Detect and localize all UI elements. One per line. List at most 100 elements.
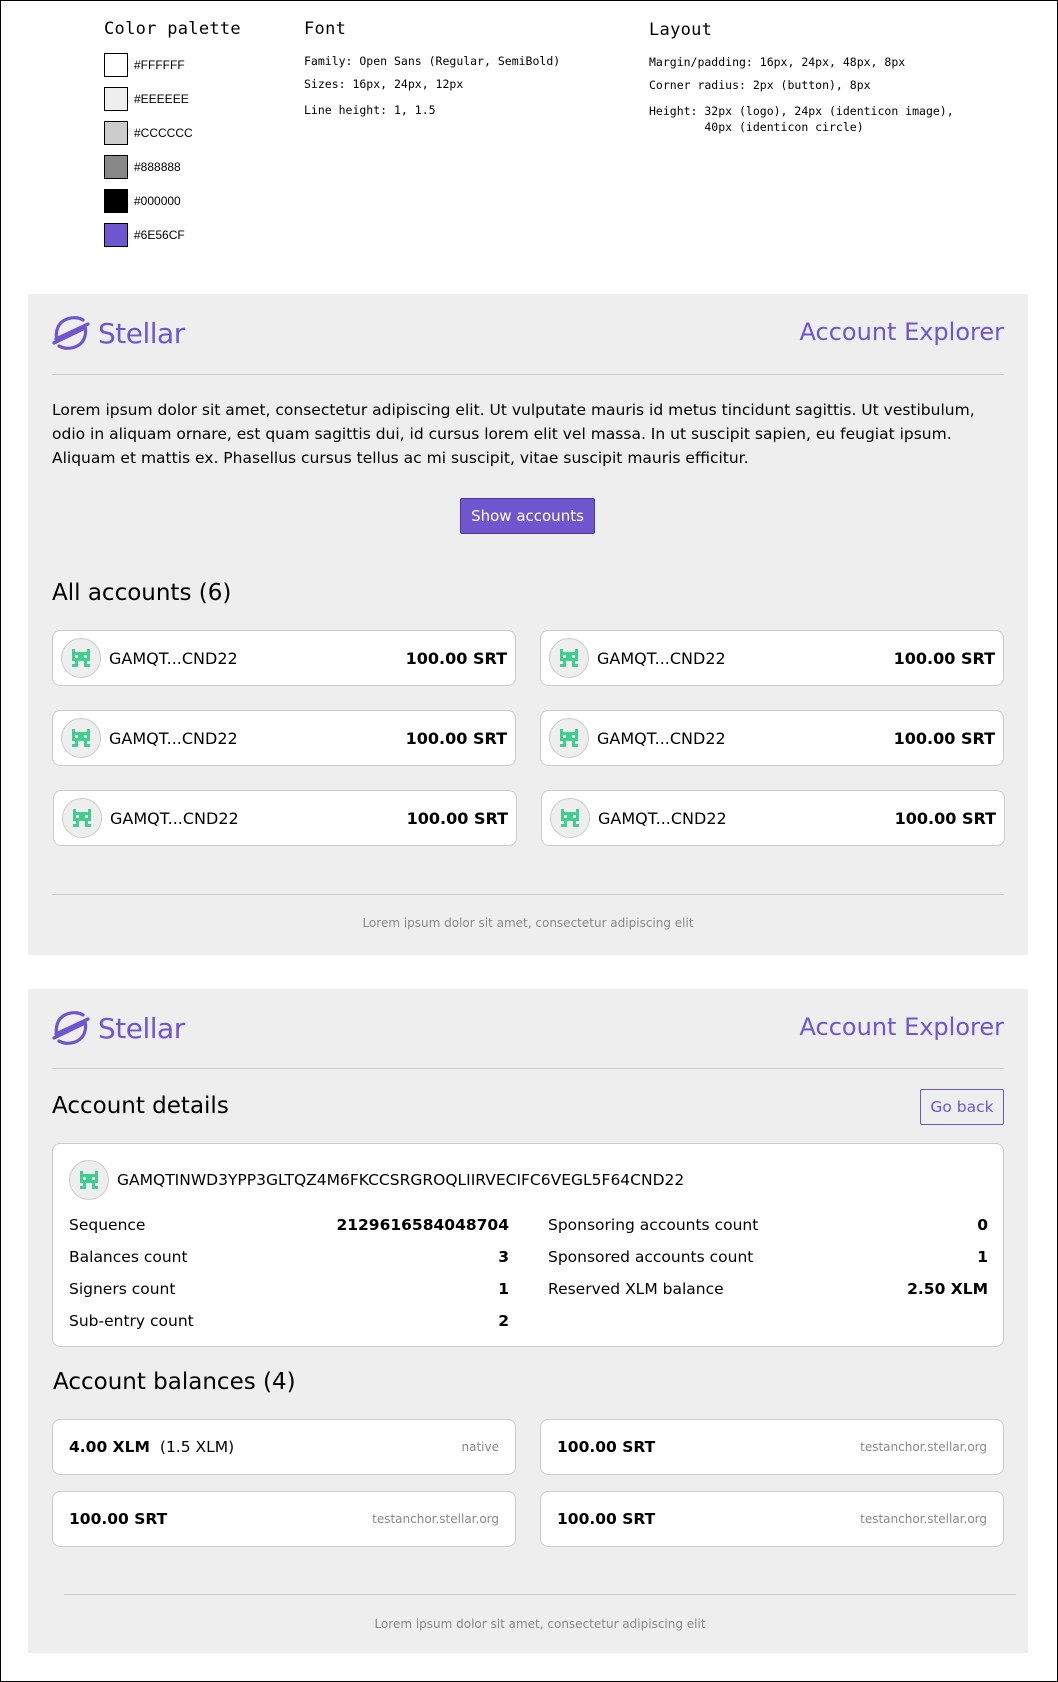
account-card[interactable]: GAMQT...CND22 100.00 SRT	[53, 790, 517, 846]
logo-text: Stellar	[98, 316, 185, 350]
balance-card: 100.00 SRT testanchor.stellar.org	[540, 1419, 1004, 1475]
detail-row: Sequence 2129616584048704	[69, 1216, 509, 1234]
detail-label: Sponsored accounts count	[548, 1248, 754, 1266]
detail-value: 2.50 XLM	[907, 1280, 988, 1298]
swatch-row: #000000	[104, 189, 181, 213]
balance-amount: 4.00 XLM	[69, 1438, 150, 1456]
balance-issuer: testanchor.stellar.org	[372, 1512, 499, 1526]
swatch-chip	[104, 155, 128, 179]
balances-heading: Account balances (4)	[53, 1369, 296, 1395]
swatch-label: #FFFFFF	[134, 58, 185, 72]
swatch-label: #000000	[134, 194, 181, 208]
balance-issuer: testanchor.stellar.org	[860, 1440, 987, 1454]
balance-card: 4.00 XLM (1.5 XLM) native	[52, 1419, 516, 1475]
swatch-label: #CCCCCC	[134, 126, 193, 140]
account-id: GAMQT...CND22	[597, 728, 726, 748]
detail-value: 2	[498, 1312, 509, 1330]
identicon-icon	[560, 729, 578, 747]
stellar-logo[interactable]: Stellar	[52, 316, 185, 350]
detail-row: Sponsoring accounts count 0	[548, 1216, 988, 1234]
detail-label: Sequence	[69, 1216, 146, 1234]
account-balance: 100.00 SRT	[893, 648, 995, 668]
swatch-row: #6E56CF	[104, 223, 185, 247]
identicon-icon	[80, 1171, 98, 1189]
account-card[interactable]: GAMQT...CND22 100.00 SRT	[540, 630, 1004, 686]
font-line-height-text: Line height: 1, 1.5	[304, 103, 436, 117]
stellar-logo[interactable]: Stellar	[52, 1011, 185, 1045]
identicon	[61, 638, 101, 678]
balance-card: 100.00 SRT testanchor.stellar.org	[52, 1491, 516, 1547]
stellar-rocket-icon	[52, 316, 90, 350]
identicon-icon	[561, 809, 579, 827]
detail-value: 1	[977, 1248, 988, 1266]
footer-text: Lorem ipsum dolor sit amet, consectetur …	[374, 1617, 706, 1631]
account-full-id: GAMQTINWD3YPP3GLTQZ4M6FKCCSRGROQLIIRVECI…	[117, 1171, 685, 1189]
detail-label: Sub-entry count	[69, 1312, 194, 1330]
account-balance: 100.00 SRT	[406, 808, 508, 828]
account-card[interactable]: GAMQT...CND22 100.00 SRT	[541, 790, 1005, 846]
detail-value: 3	[498, 1248, 509, 1266]
layout-margin-text: Margin/padding: 16px, 24px, 48px, 8px	[649, 55, 906, 69]
detail-row: Signers count 1	[69, 1280, 509, 1298]
go-back-button[interactable]: Go back	[920, 1089, 1004, 1125]
account-balance: 100.00 SRT	[893, 728, 995, 748]
swatch-chip	[104, 223, 128, 247]
stellar-rocket-icon	[52, 1011, 90, 1045]
font-title: Font	[304, 19, 347, 39]
identicon-icon	[72, 649, 90, 667]
balance-issuer: testanchor.stellar.org	[860, 1512, 987, 1526]
account-balance: 100.00 SRT	[405, 648, 507, 668]
details-screen: Stellar Account Explorer Account details…	[28, 989, 1028, 1653]
detail-value: 1	[498, 1280, 509, 1298]
identicon	[62, 798, 102, 838]
footer-text: Lorem ipsum dolor sit amet, consectetur …	[362, 916, 694, 930]
swatch-label: #EEEEEE	[134, 92, 189, 106]
logo-text: Stellar	[98, 1011, 185, 1045]
detail-label: Balances count	[69, 1248, 188, 1266]
balance-amount: 100.00 SRT	[557, 1510, 656, 1528]
header-divider	[52, 1068, 1004, 1069]
account-balance: 100.00 SRT	[894, 808, 996, 828]
identicon	[549, 638, 589, 678]
swatch-row: #EEEEEE	[104, 87, 189, 111]
identicon-icon	[73, 809, 91, 827]
intro-paragraph: Lorem ipsum dolor sit amet, consectetur …	[52, 401, 975, 467]
detail-label: Signers count	[69, 1280, 176, 1298]
account-card[interactable]: GAMQT...CND22 100.00 SRT	[52, 710, 516, 766]
identicon	[550, 798, 590, 838]
account-card[interactable]: GAMQT...CND22 100.00 SRT	[52, 630, 516, 686]
detail-row: Reserved XLM balance 2.50 XLM	[548, 1280, 988, 1298]
detail-row: Sub-entry count 2	[69, 1312, 509, 1330]
swatch-row: #FFFFFF	[104, 53, 185, 77]
balance-reserved: (1.5 XLM)	[159, 1438, 235, 1456]
balance-amount: 100.00 SRT	[69, 1510, 168, 1528]
swatch-row: #CCCCCC	[104, 121, 193, 145]
account-id: GAMQT...CND22	[109, 648, 238, 668]
account-card[interactable]: GAMQT...CND22 100.00 SRT	[540, 710, 1004, 766]
swatch-chip	[104, 121, 128, 145]
swatch-label: #6E56CF	[134, 228, 185, 242]
accounts-heading: All accounts (6)	[52, 580, 232, 606]
layout-radius-text: Corner radius: 2px (button), 8px	[649, 78, 871, 92]
palette-title: Color palette	[104, 19, 241, 39]
detail-label: Sponsoring accounts count	[548, 1216, 759, 1234]
account-id: GAMQT...CND22	[110, 808, 239, 828]
show-accounts-button[interactable]: Show accounts	[460, 498, 595, 534]
home-screen: Stellar Account Explorer Lorem ipsum dol…	[28, 294, 1028, 955]
identicon	[549, 718, 589, 758]
swatch-chip	[104, 189, 128, 213]
details-heading: Account details	[52, 1093, 229, 1119]
swatch-chip	[104, 53, 128, 77]
detail-value: 2129616584048704	[336, 1216, 509, 1234]
layout-title: Layout	[649, 20, 713, 40]
footer-divider	[52, 894, 1004, 895]
identicon-icon	[560, 649, 578, 667]
account-balance: 100.00 SRT	[405, 728, 507, 748]
detail-row: Sponsored accounts count 1	[548, 1248, 988, 1266]
detail-label: Reserved XLM balance	[548, 1280, 724, 1298]
swatch-row: #888888	[104, 155, 181, 179]
identicon-icon	[72, 729, 90, 747]
balance-amount: 100.00 SRT	[557, 1438, 656, 1456]
app-title: Account Explorer	[799, 1013, 1004, 1041]
account-id: GAMQT...CND22	[597, 648, 726, 668]
